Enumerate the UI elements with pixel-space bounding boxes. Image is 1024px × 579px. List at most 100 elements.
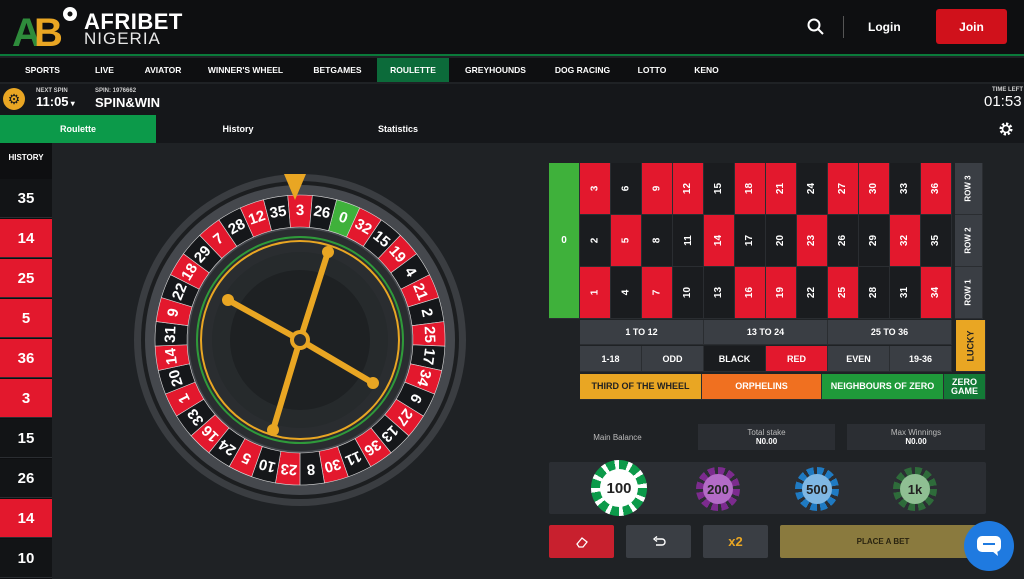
bet-number[interactable]: 35 xyxy=(921,215,952,267)
undo-button[interactable] xyxy=(626,525,691,558)
bet-number[interactable]: 19 xyxy=(766,267,797,319)
bet-number-label: 9 xyxy=(651,185,663,192)
bet-number[interactable]: 29 xyxy=(859,215,890,267)
main-balance: Main Balance xyxy=(593,432,642,442)
bet-sector[interactable]: NEIGHBOURS OF ZERO xyxy=(822,374,944,400)
nav-item-live[interactable]: LIVE xyxy=(76,58,133,82)
bet-number-label: 14 xyxy=(713,234,725,247)
bet-lucky[interactable]: LUCKY xyxy=(956,320,986,372)
history-item: 26 xyxy=(0,459,52,498)
row-label: ROW 1 xyxy=(963,279,973,306)
join-button[interactable]: Join xyxy=(936,9,1007,44)
bet-outside[interactable]: 1-18 xyxy=(580,346,642,372)
bet-number[interactable]: 28 xyxy=(859,267,890,319)
bet-number[interactable]: 5 xyxy=(611,215,642,267)
bet-number[interactable]: 1 xyxy=(580,267,611,319)
tab-history[interactable]: History xyxy=(160,115,316,143)
bet-number[interactable]: 20 xyxy=(766,215,797,267)
bet-outside[interactable]: RED xyxy=(766,346,828,372)
bet-outside[interactable]: 19-36 xyxy=(890,346,952,372)
history-item: 14 xyxy=(0,219,52,258)
chip-1k[interactable]: 1k xyxy=(893,467,937,511)
row-label: ROW 2 xyxy=(963,227,973,254)
bet-sector[interactable]: ZERO GAME xyxy=(944,374,986,400)
bet-number[interactable]: 7 xyxy=(642,267,673,319)
bet-outside[interactable]: ODD xyxy=(642,346,704,372)
bet-number[interactable]: 3 xyxy=(580,163,611,215)
history-item: 25 xyxy=(0,259,52,298)
bet-row[interactable]: ROW 1 xyxy=(955,267,983,319)
next-spin-time[interactable]: 11:05 ▾ xyxy=(36,94,75,109)
bet-number[interactable]: 13 xyxy=(704,267,735,319)
bet-number-label: 18 xyxy=(744,182,756,195)
bet-outside[interactable]: EVEN xyxy=(828,346,890,372)
bet-number[interactable]: 17 xyxy=(735,215,766,267)
bet-number[interactable]: 23 xyxy=(797,215,828,267)
nav-item-roulette[interactable]: ROULETTE xyxy=(377,58,449,82)
bet-number[interactable]: 14 xyxy=(704,215,735,267)
nav-item-betgames[interactable]: BETGAMES xyxy=(298,58,377,82)
bet-zero[interactable]: 0 xyxy=(549,163,580,319)
wheel-number: 26 xyxy=(312,203,331,223)
bet-number[interactable]: 10 xyxy=(673,267,704,319)
bet-number-label: 32 xyxy=(899,234,911,247)
bet-sector[interactable]: THIRD OF THE WHEEL xyxy=(580,374,702,400)
bet-number[interactable]: 36 xyxy=(921,163,952,215)
login-link[interactable]: Login xyxy=(868,20,901,34)
bet-dozen[interactable]: 25 TO 36 xyxy=(828,320,952,345)
chip-500[interactable]: 500 xyxy=(795,467,839,511)
nav-item-sports[interactable]: SPORTS xyxy=(9,58,76,82)
bet-row[interactable]: ROW 2 xyxy=(955,215,983,267)
bet-outside[interactable]: BLACK xyxy=(704,346,766,372)
bet-number[interactable]: 34 xyxy=(921,267,952,319)
bet-number[interactable]: 33 xyxy=(890,163,921,215)
gear-icon[interactable] xyxy=(998,121,1014,137)
bet-number[interactable]: 4 xyxy=(611,267,642,319)
bet-number[interactable]: 32 xyxy=(890,215,921,267)
bet-number[interactable]: 27 xyxy=(828,163,859,215)
place-bet-button[interactable]: PLACE A BET xyxy=(780,525,986,558)
clear-button[interactable] xyxy=(549,525,614,558)
bet-row[interactable]: ROW 3 xyxy=(955,163,983,215)
bet-number[interactable]: 31 xyxy=(890,267,921,319)
search-icon[interactable] xyxy=(806,17,826,37)
bet-number[interactable]: 24 xyxy=(797,163,828,215)
bet-number[interactable]: 26 xyxy=(828,215,859,267)
bet-dozen[interactable]: 1 TO 12 xyxy=(580,320,704,345)
bet-number[interactable]: 25 xyxy=(828,267,859,319)
chip-100[interactable]: 100 xyxy=(591,460,647,516)
bet-number[interactable]: 18 xyxy=(735,163,766,215)
bet-number[interactable]: 21 xyxy=(766,163,797,215)
bet-number-label: 17 xyxy=(744,234,756,247)
nav-item-winner-s-wheel[interactable]: WINNER'S WHEEL xyxy=(193,58,298,82)
tab-statistics[interactable]: Statistics xyxy=(320,115,476,143)
nav-item-aviator[interactable]: AVIATOR xyxy=(133,58,193,82)
chip-200[interactable]: 200 xyxy=(696,467,740,511)
bet-number-label: 6 xyxy=(620,185,632,192)
nav-item-keno[interactable]: KENO xyxy=(681,58,732,82)
bet-number-label: 24 xyxy=(806,182,818,195)
history-item: 35 xyxy=(0,179,52,218)
nav-item-lotto[interactable]: LOTTO xyxy=(623,58,681,82)
bet-number[interactable]: 2 xyxy=(580,215,611,267)
bet-number[interactable]: 22 xyxy=(797,267,828,319)
bet-dozen[interactable]: 13 TO 24 xyxy=(704,320,828,345)
lucky-label: LUCKY xyxy=(965,330,976,361)
bet-number[interactable]: 16 xyxy=(735,267,766,319)
wheel-number: 25 xyxy=(421,326,439,343)
bet-number[interactable]: 6 xyxy=(611,163,642,215)
bet-number[interactable]: 9 xyxy=(642,163,673,215)
main-nav: SPORTS LIVE AVIATOR WINNER'S WHEEL BETGAMES R… xyxy=(0,58,1024,82)
bet-number[interactable]: 30 xyxy=(859,163,890,215)
bet-number[interactable]: 8 xyxy=(642,215,673,267)
chat-button[interactable] xyxy=(964,521,1014,571)
tab-roulette[interactable]: Roulette xyxy=(0,115,156,143)
nav-item-greyhounds[interactable]: GREYHOUNDS xyxy=(449,58,542,82)
double-button[interactable]: x2 xyxy=(703,525,768,558)
nav-item-dog-racing[interactable]: DOG RACING xyxy=(542,58,623,82)
bet-number[interactable]: 12 xyxy=(673,163,704,215)
bet-number[interactable]: 11 xyxy=(673,215,704,267)
bet-sector[interactable]: ORPHELINS xyxy=(702,374,822,400)
bet-number[interactable]: 15 xyxy=(704,163,735,215)
bet-number-label: 21 xyxy=(775,182,787,195)
